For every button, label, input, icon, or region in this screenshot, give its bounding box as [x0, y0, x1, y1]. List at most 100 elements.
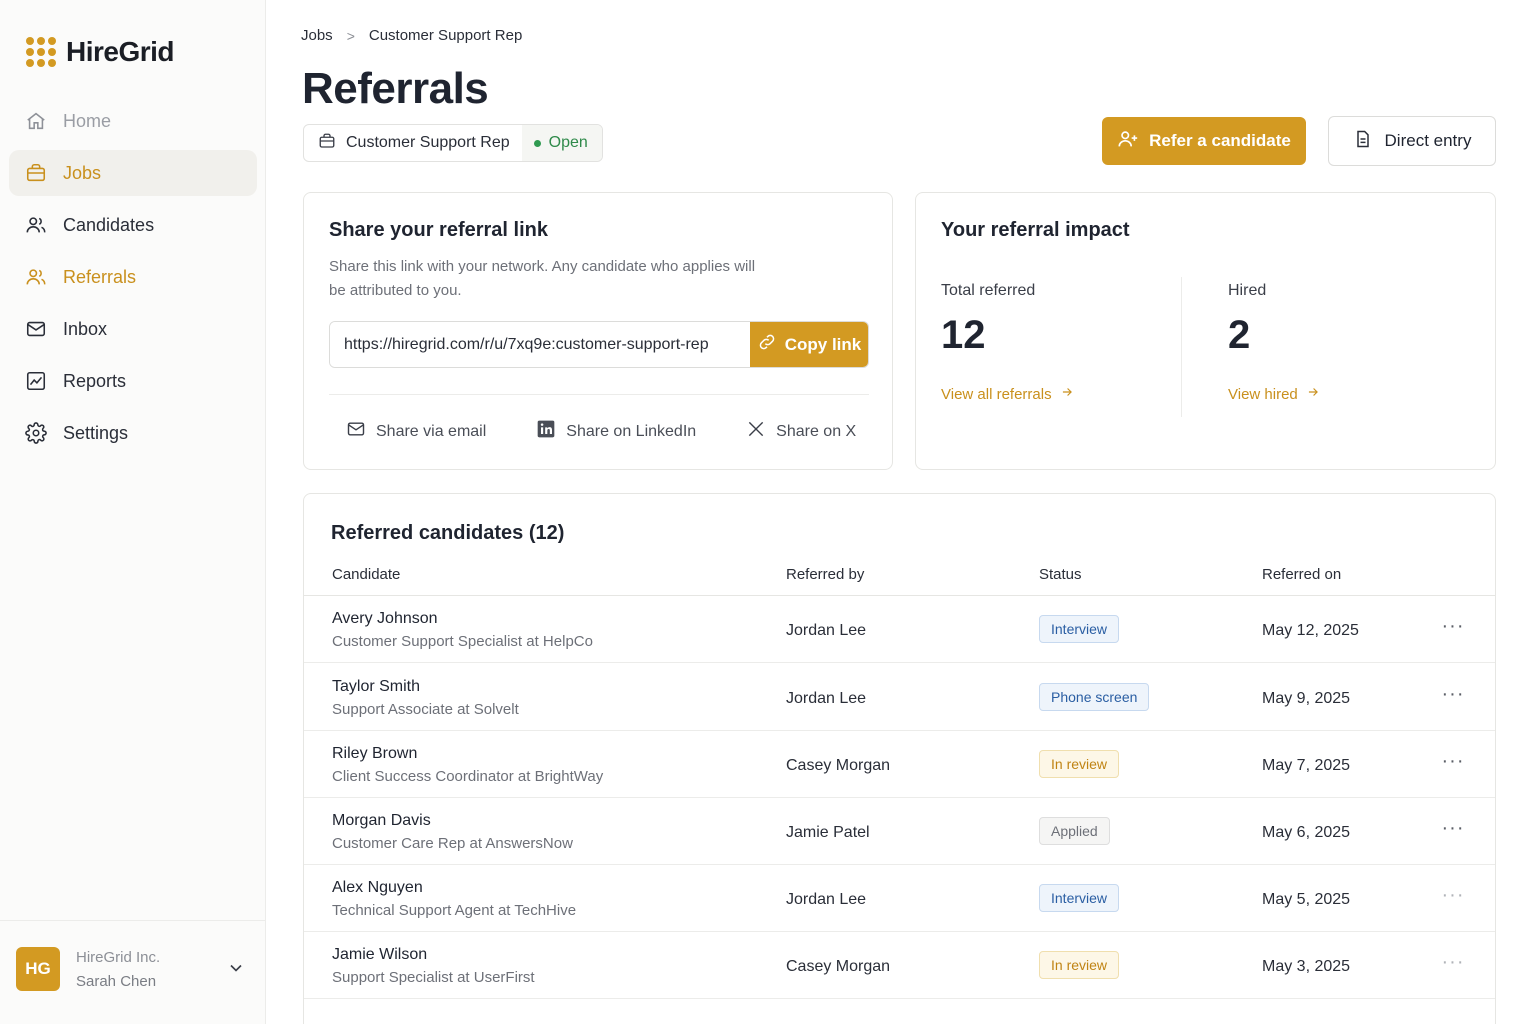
referred-date: May 6, 2025 — [1262, 824, 1351, 841]
referred-date: May 3, 2025 — [1262, 958, 1351, 975]
sidebar-nav: Home Jobs Candidates Referrals Inbox Rep… — [9, 98, 257, 462]
share-x-button[interactable]: Share on X — [746, 419, 856, 444]
app-name: HireGrid — [66, 36, 175, 67]
more-options-icon[interactable]: ··· — [1440, 818, 1466, 844]
view-all-referrals-label: View all referrals — [941, 385, 1052, 403]
sidebar-item-label: Inbox — [63, 318, 108, 339]
table-row[interactable]: Riley Brown Client Success Coordinator a… — [304, 731, 1495, 798]
referral-link-row: Copy link — [329, 321, 869, 368]
share-email-label: Share via email — [376, 422, 487, 440]
share-actions: Share via email Share on LinkedIn Share … — [346, 419, 856, 444]
candidate-role: Client Success Coordinator at BrightWay — [332, 768, 604, 785]
hired-value: 2 — [1228, 313, 1251, 357]
sidebar: HireGrid Home Jobs Candidates Referrals — [0, 0, 266, 1024]
hired-label: Hired — [1228, 282, 1267, 299]
mail-icon — [346, 419, 366, 444]
sidebar-item-settings[interactable]: Settings — [9, 410, 257, 456]
sidebar-item-label: Jobs — [63, 162, 102, 183]
sidebar-item-candidates[interactable]: Candidates — [9, 202, 257, 248]
referred-date: May 9, 2025 — [1262, 690, 1351, 707]
table-title: Referred candidates (12) — [331, 522, 565, 544]
sidebar-item-label: Settings — [63, 422, 129, 443]
column-header-status: Status — [1039, 566, 1082, 583]
more-options-icon[interactable]: ··· — [1440, 616, 1466, 642]
direct-entry-button[interactable]: Direct entry — [1328, 116, 1496, 166]
status-badge: Interview — [1039, 884, 1120, 912]
candidate-name: Taylor Smith — [332, 678, 421, 695]
org-name: HireGrid Inc. — [76, 949, 161, 966]
sidebar-item-reports[interactable]: Reports — [9, 358, 257, 404]
candidate-name: Morgan Davis — [332, 812, 431, 829]
total-referred-value: 12 — [941, 313, 986, 357]
account-switcher[interactable]: HG HireGrid Inc. Sarah Chen — [0, 920, 265, 1024]
table-row[interactable]: Morgan Davis Customer Care Rep at Answer… — [304, 798, 1495, 865]
referred-by: Casey Morgan — [786, 757, 891, 774]
share-email-button[interactable]: Share via email — [346, 419, 486, 444]
sidebar-item-label: Referrals — [63, 266, 137, 287]
candidate-name: Avery Johnson — [332, 610, 438, 627]
referral-link-input[interactable] — [330, 322, 750, 367]
table-row[interactable]: Taylor Smith Support Associate at Solvel… — [304, 664, 1495, 731]
chevron-down-icon[interactable] — [226, 958, 246, 978]
share-x-label: Share on X — [776, 422, 857, 440]
referred-by: Jordan Lee — [786, 690, 867, 707]
referred-by: Jordan Lee — [786, 891, 867, 908]
table-row[interactable]: Avery Johnson Customer Support Specialis… — [304, 596, 1495, 663]
user-name: Sarah Chen — [76, 973, 157, 990]
referred-by: Jamie Patel — [786, 824, 870, 841]
referred-candidates-table: Referred candidates (12) Candidate Refer… — [303, 493, 1496, 1024]
more-options-icon[interactable]: ··· — [1440, 751, 1466, 777]
refer-candidate-button[interactable]: Refer a candidate — [1102, 117, 1306, 165]
sidebar-item-label: Candidates — [63, 214, 155, 235]
more-options-icon[interactable]: ··· — [1440, 952, 1466, 978]
status-dot-icon — [533, 139, 541, 147]
job-chip[interactable]: Customer Support Rep Open — [303, 124, 603, 162]
sidebar-item-inbox[interactable]: Inbox — [9, 306, 257, 352]
status-badge: In review — [1039, 750, 1120, 778]
view-hired-link[interactable]: View hired — [1228, 385, 1320, 403]
candidate-role: Technical Support Agent at TechHive — [332, 902, 577, 919]
job-chip-title: Customer Support Rep — [346, 134, 510, 151]
linkedin-icon — [536, 419, 556, 444]
column-header-referred-on: Referred on — [1262, 566, 1342, 583]
app-logo[interactable]: HireGrid — [26, 36, 175, 68]
copy-link-label: Copy link — [784, 334, 862, 354]
impact-card-title: Your referral impact — [941, 219, 1130, 241]
view-all-referrals-link[interactable]: View all referrals — [941, 385, 1074, 403]
divider — [1181, 277, 1182, 417]
status-badge: Interview — [1039, 615, 1120, 643]
arrow-right-icon — [1306, 385, 1320, 403]
referred-by: Jordan Lee — [786, 622, 867, 639]
link-icon — [757, 332, 777, 357]
x-logo-icon — [746, 419, 766, 444]
job-status-badge: Open — [548, 134, 588, 151]
breadcrumb-separator: > — [346, 27, 355, 44]
sidebar-item-referrals[interactable]: Referrals — [9, 254, 257, 300]
breadcrumb-jobs-link[interactable]: Jobs — [301, 27, 333, 44]
table-row[interactable]: Jamie Wilson Support Specialist at UserF… — [304, 932, 1495, 999]
sidebar-item-home[interactable]: Home — [9, 98, 257, 144]
status-badge: Applied — [1039, 817, 1110, 845]
user-plus-icon — [1117, 128, 1139, 155]
more-options-icon[interactable]: ··· — [1440, 885, 1466, 911]
total-referred-label: Total referred — [941, 282, 1036, 299]
copy-link-button[interactable]: Copy link — [750, 322, 868, 367]
share-card-title: Share your referral link — [329, 219, 548, 241]
more-options-icon[interactable]: ··· — [1440, 684, 1466, 710]
share-linkedin-button[interactable]: Share on LinkedIn — [536, 419, 696, 444]
sidebar-item-jobs[interactable]: Jobs — [9, 150, 257, 196]
referred-date: May 7, 2025 — [1262, 757, 1351, 774]
referred-by: Casey Morgan — [786, 958, 891, 975]
column-header-candidate: Candidate — [332, 566, 401, 583]
arrow-right-icon — [1060, 385, 1074, 403]
status-badge: In review — [1039, 951, 1120, 979]
referral-impact-card: Your referral impact Total referred 12 V… — [915, 192, 1496, 470]
briefcase-icon — [25, 162, 47, 184]
share-link-card: Share your referral link Share this link… — [303, 192, 893, 470]
referred-date: May 12, 2025 — [1262, 622, 1359, 639]
status-badge: Phone screen — [1039, 683, 1150, 711]
refer-candidate-label: Refer a candidate — [1149, 131, 1291, 150]
table-row[interactable]: Alex Nguyen Technical Support Agent at T… — [304, 865, 1495, 932]
candidate-role: Customer Support Specialist at HelpCo — [332, 633, 593, 650]
view-hired-label: View hired — [1228, 385, 1298, 403]
